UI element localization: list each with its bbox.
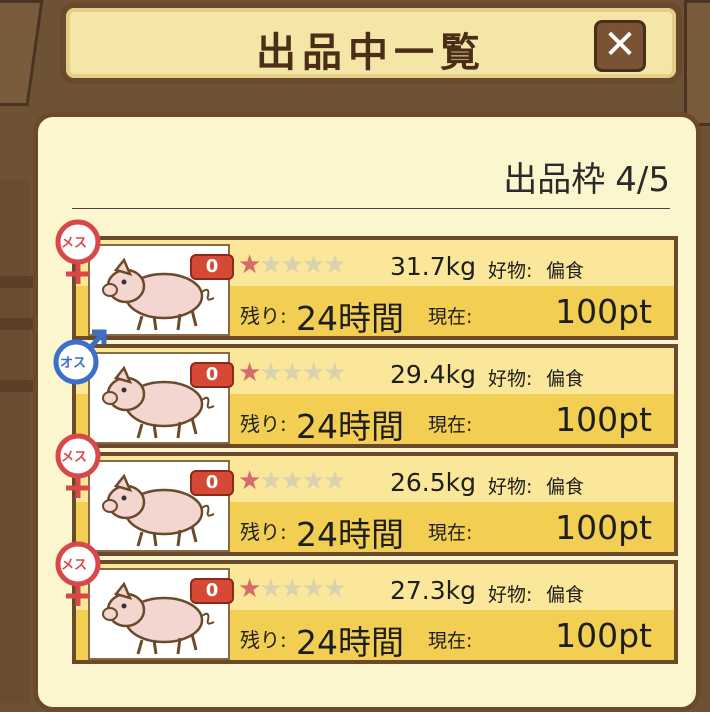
listing-row[interactable]: 0 ★★★★★ 29.4kg 好物: 偏食 残り: 24時間 現在: 100pt — [72, 344, 678, 448]
female-icon: メス — [52, 218, 104, 286]
background-slat — [0, 318, 34, 330]
remaining-label: 残り: — [240, 412, 287, 436]
gender-label: メス — [61, 450, 88, 465]
weight-value: 31.7kg — [390, 252, 477, 281]
remaining-label: 残り: — [240, 304, 287, 328]
gender-label: オス — [60, 356, 87, 371]
current-points: 100pt — [555, 616, 652, 655]
star-icon: ★ — [323, 358, 346, 388]
favorite-label: 好物: — [488, 260, 533, 282]
count-badge: 0 — [190, 470, 234, 496]
male-icon: オス — [52, 322, 107, 390]
background-beam-left — [0, 0, 44, 106]
star-icon: ★ — [323, 250, 346, 280]
background-beam-right — [684, 0, 710, 126]
slot-count-label: 出品枠 — [503, 160, 606, 200]
divider — [72, 208, 670, 209]
star-rating: ★★★★★ — [238, 466, 347, 496]
weight-value: 26.5kg — [390, 468, 477, 497]
favorite-label: 好物: — [488, 476, 533, 498]
background-post — [0, 180, 30, 703]
current-label: 現在: — [428, 522, 473, 544]
favorite-label: 好物: — [488, 368, 533, 390]
close-button[interactable]: ✕ — [594, 20, 646, 72]
star-icon: ★ — [259, 466, 282, 496]
favorite-value: 偏食 — [546, 260, 585, 282]
weight-value: 29.4kg — [390, 360, 477, 389]
star-rating: ★★★★★ — [238, 574, 347, 604]
star-icon: ★ — [238, 466, 261, 496]
favorite-value: 偏食 — [546, 368, 585, 390]
star-icon: ★ — [323, 466, 346, 496]
current-points: 100pt — [555, 400, 652, 439]
current-points: 100pt — [555, 292, 652, 331]
listing-row[interactable]: 0 ★★★★★ 26.5kg 好物: 偏食 残り: 24時間 現在: 100pt — [72, 452, 678, 556]
star-icon: ★ — [301, 250, 325, 280]
count-badge: 0 — [190, 362, 234, 388]
page-title: 出品中一覧 — [256, 30, 486, 76]
favorite-value: 偏食 — [546, 584, 585, 606]
background-slat — [0, 276, 34, 288]
star-icon: ★ — [280, 358, 304, 388]
weight-value: 27.3kg — [390, 576, 477, 605]
remaining-label: 残り: — [240, 520, 287, 544]
slot-count-value: 4/5 — [615, 160, 670, 200]
title-banner: 出品中一覧 — [60, 2, 682, 84]
star-icon: ★ — [280, 574, 304, 604]
female-icon: メス — [52, 540, 104, 608]
favorite-value: 偏食 — [546, 476, 585, 498]
remaining-value: 24時間 — [296, 407, 404, 446]
remaining-value: 24時間 — [296, 515, 404, 554]
listing-row[interactable]: 0 ★★★★★ 31.7kg 好物: 偏食 残り: 24時間 現在: 100pt — [72, 236, 678, 340]
current-label: 現在: — [428, 630, 473, 652]
current-label: 現在: — [428, 306, 473, 328]
star-icon: ★ — [280, 466, 304, 496]
star-icon: ★ — [259, 250, 282, 280]
pig-thumbnail: 0 — [88, 460, 234, 552]
star-rating: ★★★★★ — [238, 358, 347, 388]
current-points: 100pt — [555, 508, 652, 547]
remaining-value: 24時間 — [296, 623, 404, 662]
slot-count: 出品枠 4/5 — [503, 152, 670, 201]
close-x-icon: ✕ — [603, 22, 637, 68]
star-icon: ★ — [238, 358, 261, 388]
remaining-label: 残り: — [240, 628, 287, 652]
star-rating: ★★★★★ — [238, 250, 347, 280]
gender-label: メス — [61, 236, 88, 251]
count-badge: 0 — [190, 254, 234, 280]
gender-label: メス — [61, 558, 88, 573]
star-icon: ★ — [280, 250, 304, 280]
female-icon: メス — [52, 432, 104, 500]
count-badge: 0 — [190, 578, 234, 604]
favorite-label: 好物: — [488, 584, 533, 606]
star-icon: ★ — [323, 574, 346, 604]
pig-thumbnail: 0 — [88, 244, 234, 336]
star-icon: ★ — [259, 574, 282, 604]
current-label: 現在: — [428, 414, 473, 436]
background-slat — [0, 380, 34, 392]
star-icon: ★ — [259, 358, 282, 388]
star-icon: ★ — [301, 466, 325, 496]
pig-thumbnail: 0 — [88, 568, 234, 660]
listing-row[interactable]: 0 ★★★★★ 27.3kg 好物: 偏食 残り: 24時間 現在: 100pt — [72, 560, 678, 664]
star-icon: ★ — [238, 574, 261, 604]
star-icon: ★ — [301, 574, 325, 604]
star-icon: ★ — [238, 250, 261, 280]
star-icon: ★ — [301, 358, 325, 388]
remaining-value: 24時間 — [296, 299, 404, 338]
pig-thumbnail: 0 — [88, 352, 234, 444]
